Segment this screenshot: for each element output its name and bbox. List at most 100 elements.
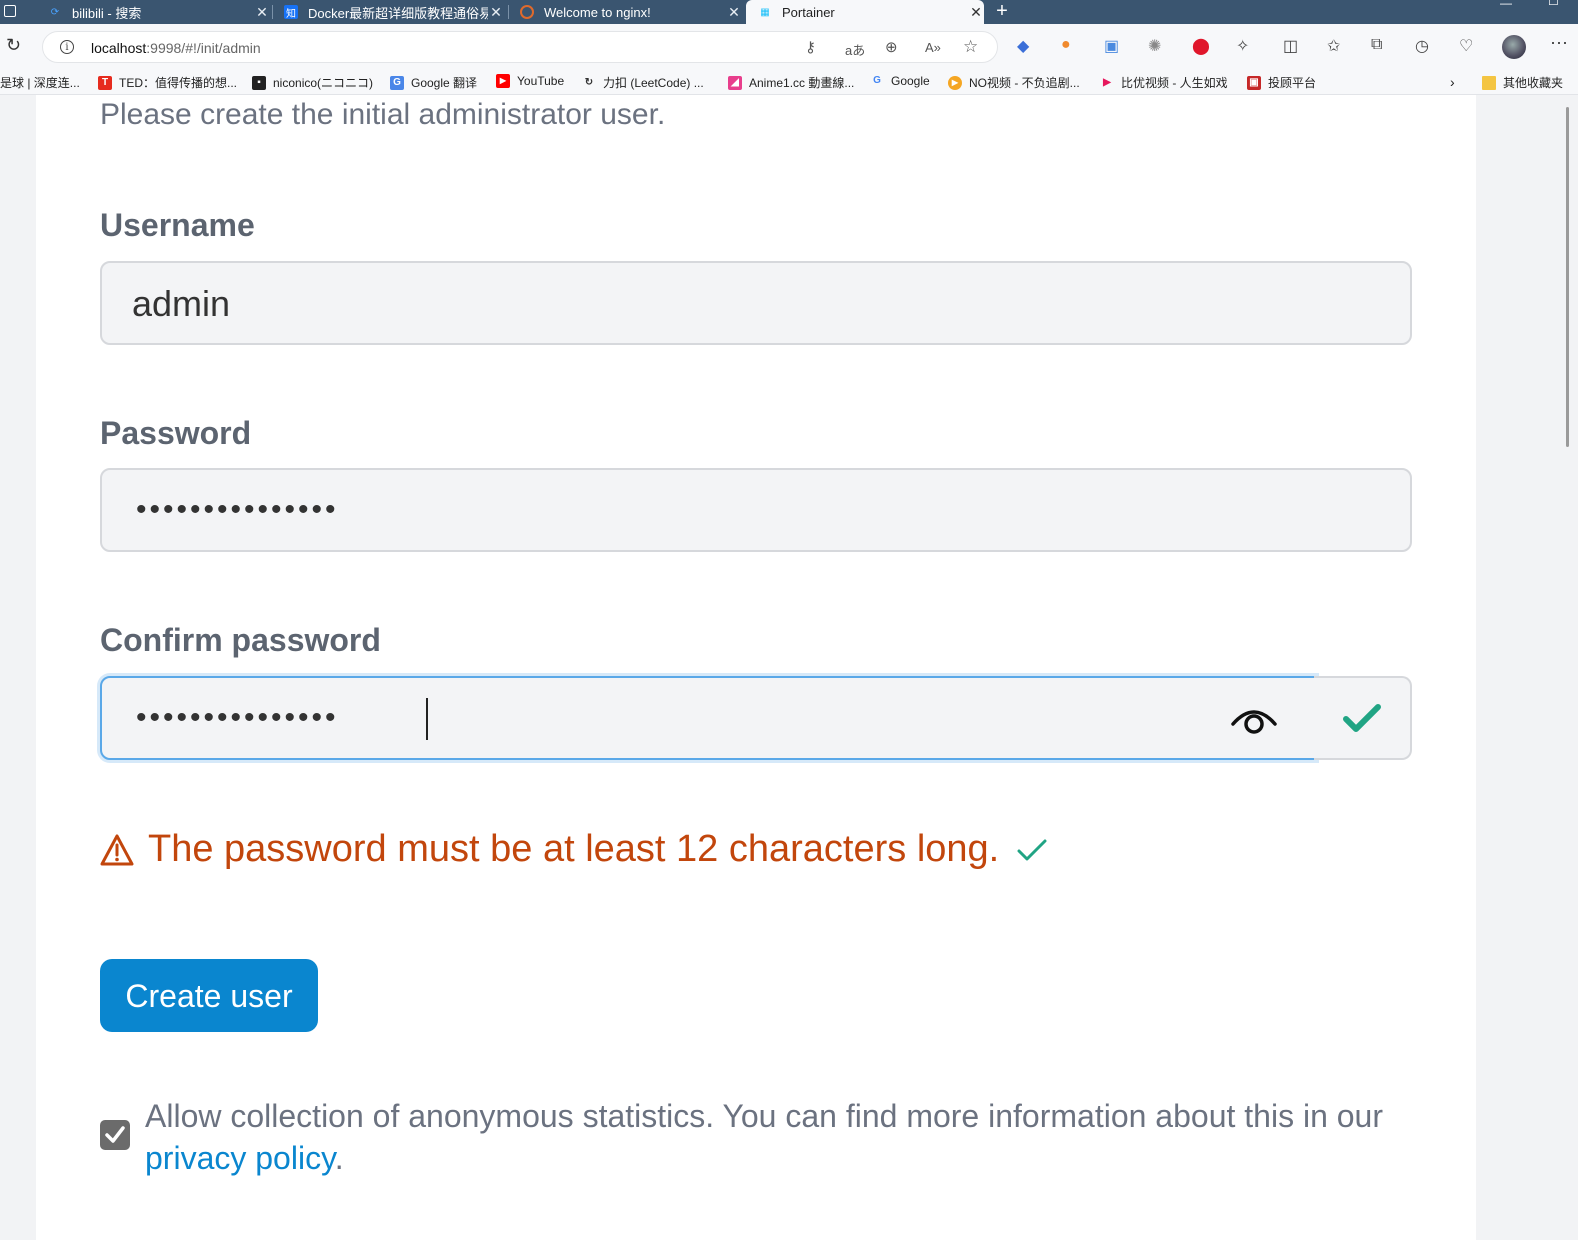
zhihu-icon: 知 <box>284 5 298 20</box>
bookmark-label: YouTube <box>517 74 565 88</box>
privacy-policy-link[interactable]: privacy policy <box>145 1140 335 1176</box>
google-translate-icon: G <box>390 75 404 90</box>
tab-portainer[interactable]: ▦ Portainer ✕ <box>746 0 984 24</box>
page-scrollbar[interactable] <box>1566 107 1569 447</box>
init-admin-panel: Please create the initial administrator … <box>36 95 1476 1240</box>
extension-gear-icon[interactable]: ✺ <box>1148 36 1161 56</box>
warning-text: The password must be at least 12 charact… <box>148 828 1000 870</box>
intro-text: Please create the initial administrator … <box>100 98 666 131</box>
url-text[interactable]: localhost:9998/#!/init/admin <box>91 40 261 56</box>
password-length-warning: The password must be at least 12 charact… <box>100 828 1061 871</box>
leetcode-icon: ↻ <box>584 76 594 88</box>
anime1-icon: ◢ <box>728 75 742 90</box>
performance-icon[interactable]: ♡ <box>1459 36 1473 56</box>
address-bar[interactable]: i localhost:9998/#!/init/admin ⚷ aあ ⊕ A»… <box>42 31 998 63</box>
tab-title: Portainer <box>782 4 835 20</box>
key-icon[interactable]: ⚷ <box>805 38 816 56</box>
minimize-icon[interactable]: — <box>1500 0 1512 10</box>
read-aloud-icon[interactable]: A» <box>925 40 941 55</box>
folder-icon <box>1482 75 1496 90</box>
other-bookmarks-folder[interactable]: 其他收藏夹 <box>1482 74 1563 91</box>
more-menu-icon[interactable]: ⋯ <box>1550 33 1568 54</box>
bookmark-label: NO视频 - 不负追剧... <box>969 76 1080 90</box>
zoom-icon[interactable]: ⊕ <box>885 38 898 56</box>
extension-opera-icon[interactable]: ⬤ <box>1192 36 1210 56</box>
bookmark-item[interactable]: ◢ Anime1.cc 動畫線... <box>728 74 854 91</box>
extensions-puzzle-icon[interactable]: ✧ <box>1236 36 1249 56</box>
bookmark-item[interactable]: ▶ 比优视频 - 人生如戏 <box>1100 74 1228 91</box>
favorite-star-icon[interactable]: ☆ <box>963 37 978 57</box>
username-input[interactable]: admin <box>100 261 1412 345</box>
bookmark-label: Google 翻译 <box>411 76 478 90</box>
bookmark-label: 比优视频 - 人生如戏 <box>1121 76 1228 90</box>
tab-divider <box>508 5 509 19</box>
bookmark-label: 力扣 (LeetCode) ... <box>603 76 704 90</box>
password-mask: ••••••••••••••• <box>136 493 339 526</box>
history-icon[interactable]: ◷ <box>1415 36 1429 56</box>
extension-translate-icon[interactable]: ▣ <box>1104 36 1119 56</box>
tab-docker[interactable]: 知 Docker最新超详细版教程通俗易懂 ✕ <box>278 0 504 24</box>
nginx-icon <box>520 5 534 19</box>
tab-title: bilibili - 搜索 <box>72 5 142 21</box>
site-info-icon[interactable]: i <box>60 40 74 54</box>
extension-coin-icon[interactable]: ● <box>1061 36 1071 54</box>
ted-icon: T <box>98 75 112 90</box>
bookmark-item[interactable]: ▶ NO视频 - 不负追剧... <box>948 74 1080 91</box>
password-input[interactable]: ••••••••••••••• <box>100 468 1412 552</box>
bookmark-label: 投顾平台 <box>1268 76 1317 90</box>
username-value: admin <box>132 283 231 324</box>
bookmarks-bar: 是球 | 深度连... T TED：值得传播的想... ▪ niconico(ニコニ… <box>0 70 1578 95</box>
statistics-description: Allow collection of anonymous statistics… <box>145 1098 1383 1134</box>
address-bar-row: ↻ i localhost:9998/#!/init/admin ⚷ aあ ⊕ … <box>0 24 1578 70</box>
statistics-checkbox[interactable] <box>100 1120 130 1150</box>
bookmarks-overflow-icon[interactable]: › <box>1450 74 1455 90</box>
bookmark-label: Anime1.cc 動畫線... <box>749 76 855 90</box>
translate-icon[interactable]: aあ <box>845 40 865 59</box>
tab-title: Welcome to nginx! <box>544 4 651 20</box>
favorites-icon[interactable]: ✩ <box>1327 36 1340 56</box>
tab-divider <box>272 5 273 19</box>
new-tab-icon[interactable]: + <box>992 0 1012 24</box>
collections-icon[interactable]: ⧉ <box>1371 36 1382 54</box>
youtube-icon: ▶ <box>496 74 510 88</box>
match-check-icon <box>1343 704 1381 732</box>
text-caret <box>426 698 428 740</box>
close-tab-icon[interactable]: ✕ <box>254 4 270 21</box>
tab-bilibili[interactable]: ⟳ bilibili - 搜索 ✕ <box>40 0 270 24</box>
bookmark-item[interactable]: ↻ 力扣 (LeetCode) ... <box>582 74 704 91</box>
split-screen-icon[interactable]: ◫ <box>1283 36 1298 56</box>
tab-actions-icon[interactable] <box>4 5 16 17</box>
bilibili-icon: ⟳ <box>50 6 60 18</box>
close-tab-icon[interactable]: ✕ <box>726 4 742 21</box>
warning-triangle-icon <box>100 834 134 865</box>
bookmark-item[interactable]: 是球 | 深度连... <box>0 74 80 91</box>
portainer-icon: ▦ <box>760 6 770 18</box>
url-host: localhost <box>91 40 147 56</box>
extension-shield-icon[interactable]: ◆ <box>1017 36 1029 56</box>
reload-icon[interactable]: ↻ <box>6 36 24 54</box>
bookmark-label: 是球 | 深度连... <box>0 76 80 90</box>
password-match-addon <box>1314 676 1412 760</box>
bookmark-item[interactable]: ▣ 投顾平台 <box>1247 74 1316 91</box>
tab-strip: ⟳ bilibili - 搜索 ✕ 知 Docker最新超详细版教程通俗易懂 ✕… <box>0 0 1578 24</box>
confirm-password-input[interactable]: ••••••••••••••• <box>100 676 1316 760</box>
checkbox-check-icon <box>105 1126 125 1143</box>
close-tab-icon[interactable]: ✕ <box>968 4 984 21</box>
bookmark-label: TED：值得传播的想... <box>119 76 238 90</box>
bookmark-item[interactable]: ▪ niconico(ニコニコ) <box>252 74 373 91</box>
niconico-icon: ▪ <box>252 75 266 90</box>
bookmark-item[interactable]: ▶ YouTube <box>496 74 564 88</box>
close-tab-icon[interactable]: ✕ <box>488 4 504 21</box>
create-user-button[interactable]: Create user <box>100 959 318 1032</box>
show-password-eye-icon[interactable] <box>1230 702 1278 738</box>
tab-nginx[interactable]: Welcome to nginx! ✕ <box>514 0 742 24</box>
bookmark-label: niconico(ニコニコ) <box>273 76 374 90</box>
bookmark-item[interactable]: G Google <box>870 74 930 88</box>
maximize-icon[interactable]: ☐ <box>1548 0 1559 8</box>
bookmark-item[interactable]: T TED：值得传播的想... <box>98 74 237 91</box>
password-label: Password <box>100 415 252 451</box>
requirement-check-icon <box>1017 839 1047 860</box>
page-viewport: Please create the initial administrator … <box>0 95 1578 1240</box>
bookmark-item[interactable]: G Google 翻译 <box>390 74 477 91</box>
profile-avatar[interactable] <box>1502 35 1526 59</box>
